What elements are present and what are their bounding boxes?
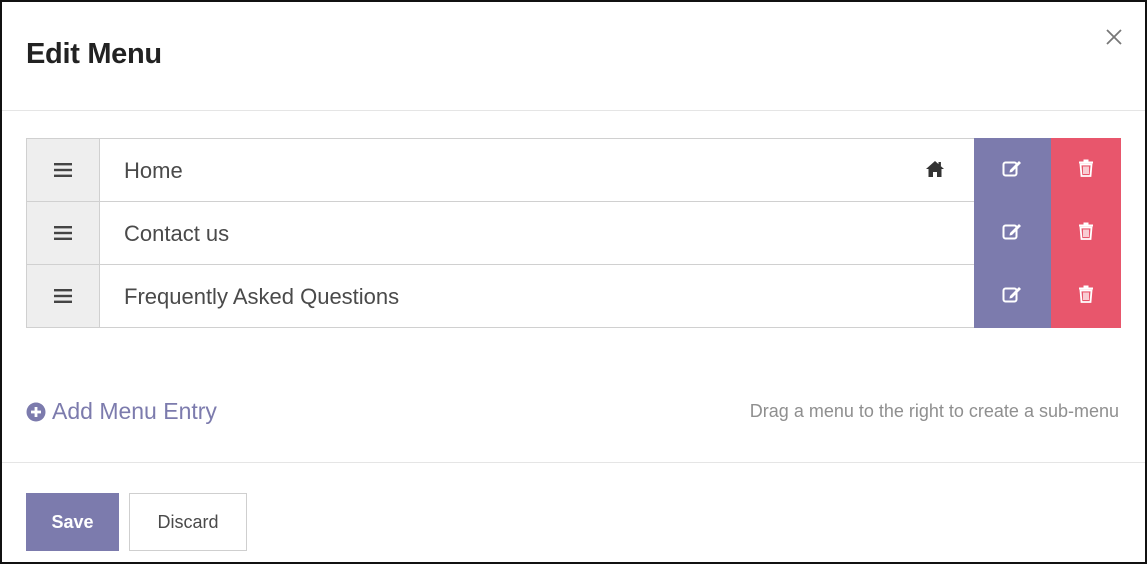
menu-entry-label: Contact us <box>124 221 230 246</box>
trash-icon <box>1079 285 1093 303</box>
plus-circle-icon <box>26 402 46 421</box>
menu-entry-row: Contact us <box>26 201 1121 265</box>
trash-icon <box>1079 222 1093 240</box>
edit-icon <box>1002 287 1021 303</box>
add-menu-entry-link[interactable]: Add Menu Entry <box>26 398 217 425</box>
delete-button[interactable] <box>1051 264 1121 328</box>
edit-button[interactable] <box>974 138 1051 202</box>
delete-button[interactable] <box>1051 138 1121 202</box>
submenu-hint: Drag a menu to the right to create a sub… <box>749 401 1119 421</box>
close-icon[interactable] <box>1103 26 1125 48</box>
edit-icon <box>1002 224 1021 240</box>
menu-list: Home Contact us Frequently Asked Questio… <box>26 138 1121 328</box>
menu-entry-label: Home <box>124 158 183 183</box>
discard-button[interactable]: Discard <box>129 493 247 551</box>
edit-button[interactable] <box>974 201 1051 265</box>
add-menu-entry-label: Add Menu Entry <box>52 398 217 424</box>
edit-icon <box>1002 161 1021 177</box>
home-icon <box>925 160 945 183</box>
dialog-footer: Save Discard <box>2 462 1145 562</box>
menu-entry-label: Frequently Asked Questions <box>124 284 400 309</box>
delete-button[interactable] <box>1051 201 1121 265</box>
menu-entry-row: Home <box>26 138 1121 202</box>
drag-handle[interactable] <box>27 265 100 327</box>
drag-handle-icon <box>54 289 72 303</box>
edit-button[interactable] <box>974 264 1051 328</box>
dialog-header: Edit Menu <box>2 2 1145 111</box>
trash-icon <box>1079 159 1093 177</box>
drag-handle-icon <box>54 163 72 177</box>
save-button[interactable]: Save <box>26 493 119 551</box>
drag-handle[interactable] <box>27 202 100 264</box>
dialog-title: Edit Menu <box>26 38 162 70</box>
drag-handle[interactable] <box>27 139 100 201</box>
menu-entry-row: Frequently Asked Questions <box>26 264 1121 328</box>
drag-handle-icon <box>54 226 72 240</box>
edit-menu-dialog: Edit Menu Home Contact us Frequently Ask… <box>0 0 1147 564</box>
